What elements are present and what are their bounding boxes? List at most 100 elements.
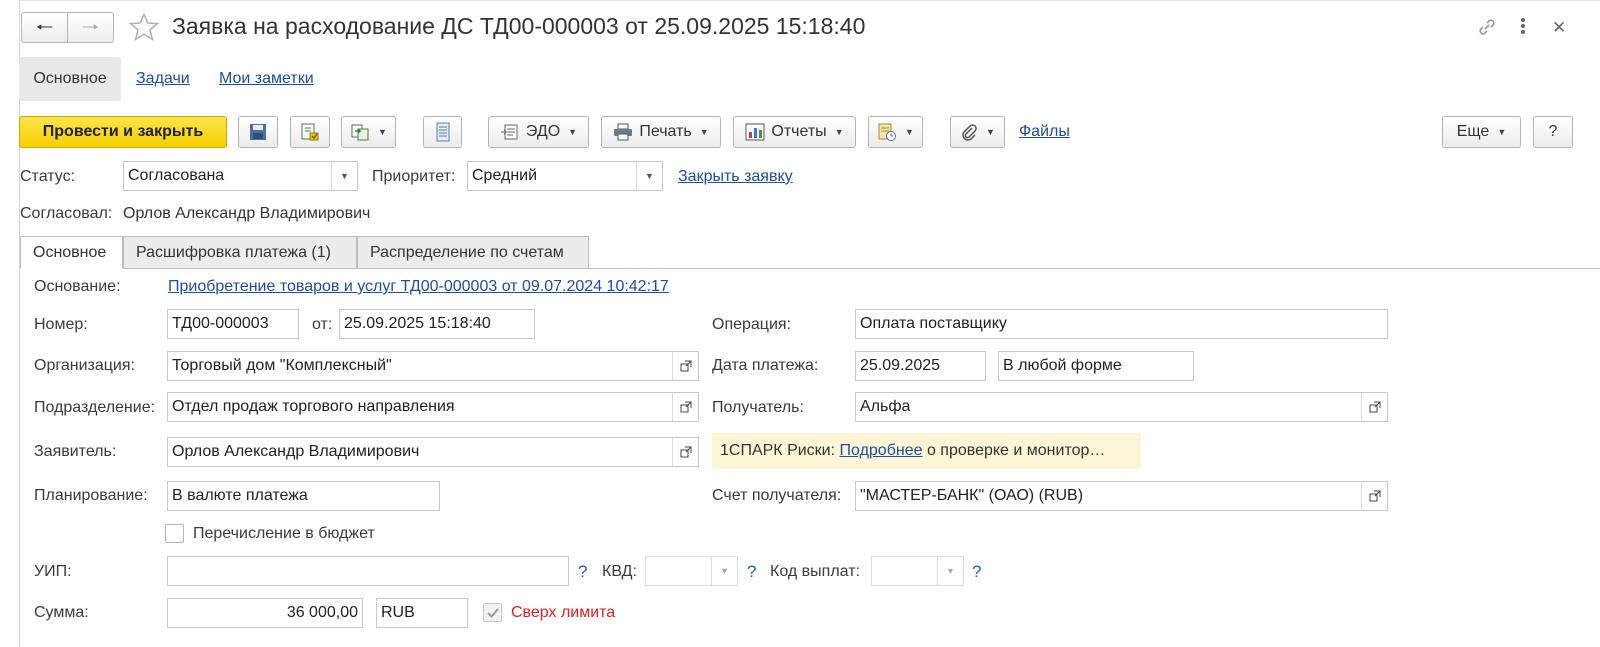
organization-field[interactable]: Торговый дом "Комплексный": [167, 351, 699, 381]
related-documents-icon: [878, 123, 897, 141]
post-and-close-button[interactable]: Провести и закрыть: [19, 116, 227, 148]
recipient-account-label: Счет получателя:: [712, 487, 842, 504]
attach-button[interactable]: ▼: [950, 116, 1005, 148]
edo-button[interactable]: ЭДО ▼: [488, 116, 589, 148]
status-value: Согласована: [128, 167, 225, 184]
chevron-down-icon: ▼: [834, 127, 844, 137]
priority-value: Средний: [472, 167, 538, 184]
tab-account-distribution[interactable]: Распределение по счетам: [357, 236, 589, 269]
payment-date-value: 25.09.2025: [860, 357, 941, 374]
payment-date-field[interactable]: 25.09.2025: [855, 351, 986, 381]
kvd-help-icon[interactable]: ?: [747, 562, 756, 582]
priority-select[interactable]: Средний ▼: [467, 161, 663, 191]
spark-risks-banner: 1СПАРК Риски: Подробнее о проверке и мон…: [712, 433, 1141, 469]
kvd-label: КВД:: [602, 563, 637, 580]
print-button[interactable]: Печать ▼: [601, 116, 721, 148]
uip-field[interactable]: [167, 556, 569, 586]
more-vertical-icon[interactable]: [1516, 14, 1530, 40]
open-icon[interactable]: [672, 352, 698, 380]
nav-tab-tasks[interactable]: Задачи: [136, 70, 190, 88]
post-and-close-label: Провести и закрыть: [42, 123, 204, 140]
chevron-down-icon: ▼: [699, 127, 709, 137]
basis-link[interactable]: Приобретение товаров и услуг ТД00-000003…: [168, 278, 669, 296]
save-button[interactable]: [238, 116, 278, 148]
recipient-account-field[interactable]: "МАСТЕР-БАНК" (ОАО) (RUB): [855, 481, 1388, 511]
tab-payment-breakdown[interactable]: Расшифровка платежа (1): [123, 236, 357, 269]
applicant-value: Орлов Александр Владимирович: [172, 443, 420, 460]
operation-field[interactable]: Оплата поставщику: [855, 309, 1388, 339]
favorite-star-icon[interactable]: [128, 11, 160, 43]
forward-button[interactable]: 🠒: [67, 12, 114, 43]
over-limit-label: Сверх лимита: [511, 604, 616, 621]
kvd-select[interactable]: ▼: [645, 556, 738, 586]
recipient-account-value: "МАСТЕР-БАНК" (ОАО) (RUB): [860, 487, 1084, 504]
status-label: Статус:: [20, 168, 76, 185]
status-select[interactable]: Согласована ▼: [123, 161, 358, 191]
open-icon[interactable]: [672, 393, 698, 421]
payment-date-label: Дата платежа:: [712, 357, 819, 374]
open-icon[interactable]: [1361, 393, 1387, 421]
arrow-right-icon: 🠒: [81, 16, 100, 39]
reports-button[interactable]: Отчеты ▼: [733, 116, 856, 148]
chevron-down-icon[interactable]: ▼: [636, 162, 662, 190]
nav-tab-main-label: Основное: [33, 70, 107, 87]
tab-account-distribution-label: Распределение по счетам: [370, 243, 564, 261]
files-link[interactable]: Файлы: [1019, 123, 1070, 141]
payment-form-value: В любой форме: [1003, 357, 1122, 374]
spark-prefix: 1СПАРК Риски:: [720, 442, 836, 459]
close-icon[interactable]: ✕: [1552, 18, 1566, 38]
number-field[interactable]: ТД00-000003: [167, 309, 299, 339]
chevron-down-icon: ▼: [568, 127, 578, 137]
spark-suffix: о проверке и монитор…: [926, 442, 1106, 459]
related-documents-button[interactable]: ▼: [868, 116, 923, 148]
help-button[interactable]: ?: [1533, 116, 1573, 148]
budget-checkbox[interactable]: [165, 524, 184, 543]
sum-field[interactable]: 36 000,00: [167, 598, 363, 628]
open-icon[interactable]: [1361, 482, 1387, 510]
chevron-down-icon[interactable]: ▼: [937, 557, 963, 585]
window-top-border: [20, 0, 1600, 1]
payout-code-select[interactable]: ▼: [871, 556, 964, 586]
post-button[interactable]: [290, 116, 330, 148]
payment-form-field[interactable]: В любой форме: [998, 351, 1194, 381]
recipient-field[interactable]: Альфа: [855, 392, 1388, 422]
division-value: Отдел продаж торгового направления: [172, 398, 455, 415]
close-request-link[interactable]: Закрыть заявку: [678, 168, 793, 186]
back-button[interactable]: 🠐: [21, 12, 68, 43]
date-field[interactable]: 25.09.2025 15:18:40: [339, 309, 535, 339]
nav-tab-main[interactable]: Основное: [19, 57, 121, 101]
approved-by-value: Орлов Александр Владимирович: [123, 205, 371, 222]
budget-label: Перечисление в бюджет: [193, 525, 375, 542]
tab-main[interactable]: Основное: [20, 236, 123, 269]
tab-main-label: Основное: [33, 243, 107, 261]
division-field[interactable]: Отдел продаж торгового направления: [167, 392, 699, 422]
basis-label: Основание:: [34, 278, 121, 295]
link-icon[interactable]: [1476, 16, 1498, 38]
checkmark-icon: [486, 607, 499, 618]
create-based-on-button[interactable]: ▼: [341, 116, 396, 148]
print-label: Печать: [639, 123, 692, 140]
applicant-field[interactable]: Орлов Александр Владимирович: [167, 437, 699, 467]
document-structure-icon: [436, 122, 449, 142]
edo-label: ЭДО: [525, 123, 561, 140]
more-button[interactable]: Еще ▼: [1442, 116, 1521, 148]
chevron-down-icon[interactable]: ▼: [331, 162, 357, 190]
over-limit-checkbox[interactable]: [483, 603, 502, 622]
reports-icon: [745, 123, 765, 141]
uip-help-icon[interactable]: ?: [578, 562, 587, 582]
create-based-on-icon: [351, 124, 369, 141]
approved-by-label: Согласовал:: [20, 205, 113, 222]
save-icon: [250, 124, 266, 140]
nav-tab-notes[interactable]: Мои заметки: [219, 70, 314, 88]
post-document-icon: [301, 123, 319, 141]
open-icon[interactable]: [672, 438, 698, 466]
spark-details-link[interactable]: Подробнее: [840, 442, 923, 460]
more-label: Еще: [1456, 123, 1490, 140]
payout-code-help-icon[interactable]: ?: [972, 562, 981, 582]
number-label: Номер:: [34, 316, 88, 333]
currency-field[interactable]: RUB: [376, 598, 468, 628]
planning-field[interactable]: В валюте платежа: [167, 481, 440, 511]
structure-button[interactable]: [423, 116, 462, 148]
chevron-down-icon[interactable]: ▼: [711, 557, 737, 585]
chevron-down-icon: ▼: [905, 127, 914, 137]
